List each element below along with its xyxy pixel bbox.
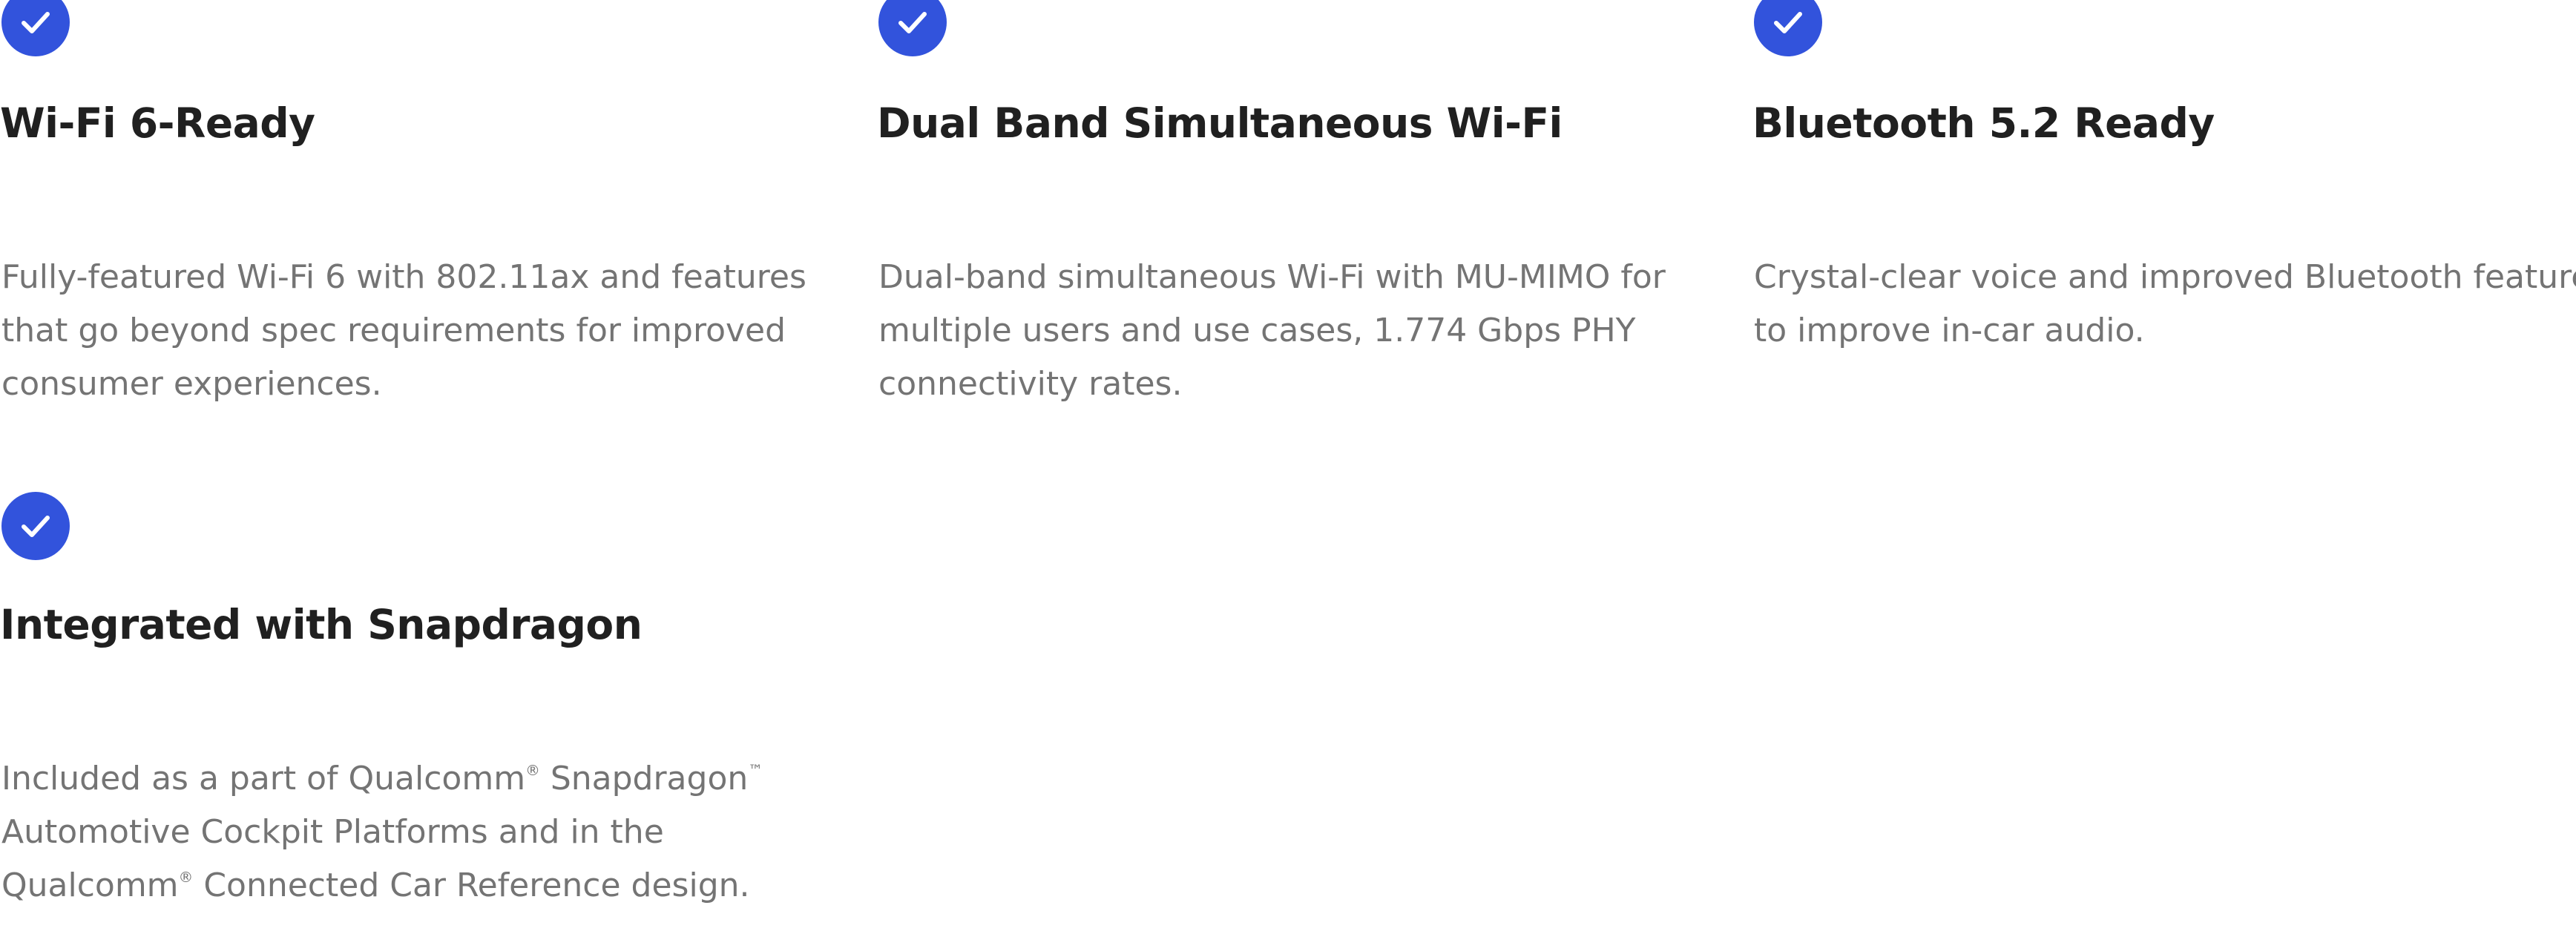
feature-description: Fully-featured Wi-Fi 6 with 802.11ax and… xyxy=(1,251,832,411)
check-circle-icon xyxy=(1754,0,1822,56)
feature-card-wifi6: Wi-Fi 6-Ready Fully-featured Wi-Fi 6 wit… xyxy=(0,0,831,415)
check-circle-icon xyxy=(1,0,70,56)
check-circle-icon xyxy=(1,492,70,560)
feature-title: Wi-Fi 6-Ready xyxy=(0,99,315,147)
description-line: that go beyond spec requirements for imp… xyxy=(1,312,786,349)
description-line: consumer experiences. xyxy=(1,365,382,403)
feature-title: Dual Band Simultaneous Wi-Fi xyxy=(877,99,1563,147)
feature-title: Integrated with Snapdragon xyxy=(0,601,643,648)
feature-card-snapdragon: Integrated with Snapdragon Included as a… xyxy=(0,490,831,934)
description-line: to improve in-car audio. xyxy=(1754,312,2145,349)
feature-description: Dual-band simultaneous Wi-Fi with MU-MIM… xyxy=(878,251,1709,411)
feature-description: Included as a part of Qualcomm® Snapdrag… xyxy=(1,752,832,912)
feature-grid: Wi-Fi 6-Ready Fully-featured Wi-Fi 6 wit… xyxy=(0,0,2576,934)
description-line: Crystal-clear voice and improved Bluetoo… xyxy=(1754,258,2576,296)
feature-card-bluetooth: Bluetooth 5.2 Ready Crystal-clear voice … xyxy=(1752,0,2576,415)
description-line: Automotive Cockpit Platforms and in the xyxy=(1,813,664,851)
description-line: Qualcomm® Connected Car Reference design… xyxy=(1,866,750,904)
feature-description: Crystal-clear voice and improved Bluetoo… xyxy=(1754,251,2576,358)
description-line: Included as a part of Qualcomm® Snapdrag… xyxy=(1,760,763,797)
description-line: multiple users and use cases, 1.774 Gbps… xyxy=(878,312,1636,349)
feature-card-dual-band: Dual Band Simultaneous Wi-Fi Dual-band s… xyxy=(877,0,1708,415)
check-circle-icon xyxy=(878,0,947,56)
description-line: Dual-band simultaneous Wi-Fi with MU-MIM… xyxy=(878,258,1666,296)
description-line: Fully-featured Wi-Fi 6 with 802.11ax and… xyxy=(1,258,806,296)
feature-title: Bluetooth 5.2 Ready xyxy=(1752,99,2215,147)
description-line: connectivity rates. xyxy=(878,365,1183,403)
